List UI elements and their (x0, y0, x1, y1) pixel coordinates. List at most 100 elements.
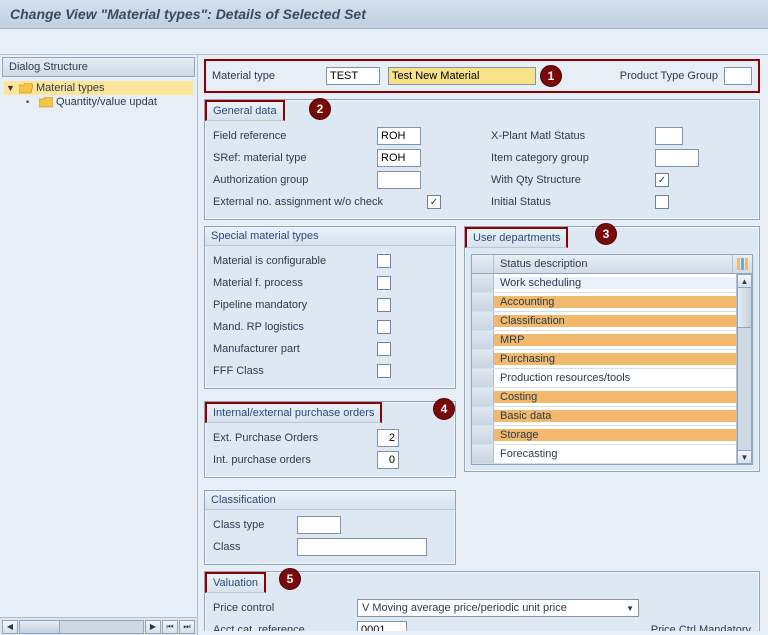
xplant-input[interactable] (655, 127, 683, 145)
tree-toggle-icon[interactable]: ▼ (6, 83, 16, 93)
row-selector[interactable] (472, 445, 494, 463)
special-checkbox[interactable] (377, 254, 391, 268)
scroll-left-button[interactable]: ◀ (2, 620, 18, 634)
user-departments-group: User departments 3 Status description (464, 226, 760, 472)
scroll-thumb[interactable] (20, 621, 60, 633)
configure-columns-icon[interactable] (732, 255, 752, 273)
table-row[interactable]: Forecasting (472, 445, 752, 464)
table-row[interactable]: Classification (472, 312, 752, 331)
classification-group: Classification Class type Class (204, 490, 456, 565)
product-type-group-input[interactable] (724, 67, 752, 85)
row-selector[interactable] (472, 331, 494, 349)
callout-2: 2 (309, 98, 331, 120)
row-selector[interactable] (472, 407, 494, 425)
general-data-group: General data 2 Field reference SRef: mat… (204, 99, 760, 220)
class-input[interactable] (297, 538, 427, 556)
ext-po-input[interactable] (377, 429, 399, 447)
chevron-down-icon: ▼ (626, 604, 634, 613)
general-data-title: General data (205, 100, 285, 121)
special-label: Material f. process (213, 277, 373, 289)
ext-po-label: Ext. Purchase Orders (213, 432, 373, 444)
tree-item-material-types[interactable]: ▼ Material types (4, 81, 193, 95)
sref-label: SRef: material type (213, 152, 373, 164)
row-selector[interactable] (472, 274, 494, 292)
column-header: Status description (494, 255, 732, 273)
scroll-track[interactable] (19, 620, 144, 634)
vertical-scrollbar[interactable]: ▲ ▼ (736, 274, 752, 464)
material-type-desc-input[interactable] (388, 67, 536, 85)
row-label: Costing (494, 391, 736, 403)
int-po-input[interactable] (377, 451, 399, 469)
special-checkbox[interactable] (377, 298, 391, 312)
row-label: Purchasing (494, 353, 736, 365)
scroll-down-button[interactable]: ▼ (737, 450, 752, 464)
special-checkbox[interactable] (377, 342, 391, 356)
purchase-orders-group: Internal/external purchase orders 4 Ext.… (204, 401, 456, 478)
row-label: Basic data (494, 410, 736, 422)
sref-input[interactable] (377, 149, 421, 167)
tree-item-quantity-value[interactable]: • Quantity/value updat (4, 95, 193, 109)
scroll-track[interactable] (737, 288, 752, 450)
special-material-types-group: Special material types Material is confi… (204, 226, 456, 389)
scroll-up-button[interactable]: ▲ (737, 274, 752, 288)
row-selector[interactable] (472, 426, 494, 444)
row-selector[interactable] (472, 293, 494, 311)
special-label: Pipeline mandatory (213, 299, 373, 311)
qty-checkbox[interactable]: ✓ (655, 173, 669, 187)
class-type-input[interactable] (297, 516, 341, 534)
price-control-select[interactable]: V Moving average price/periodic unit pri… (357, 599, 639, 617)
class-type-label: Class type (213, 519, 293, 531)
callout-3: 3 (595, 223, 617, 245)
row-label: Forecasting (494, 448, 736, 460)
scroll-right-button[interactable]: ▶ (145, 620, 161, 634)
ext-no-checkbox[interactable]: ✓ (427, 195, 441, 209)
itemcat-input[interactable] (655, 149, 699, 167)
special-checkbox[interactable] (377, 320, 391, 334)
row-label: Storage (494, 429, 736, 441)
scroll-last-button[interactable]: ⏭ (179, 620, 195, 634)
xplant-label: X-Plant Matl Status (491, 130, 651, 142)
tree-bullet-icon: • (26, 97, 36, 107)
tree-horizontal-scrollbar[interactable]: ◀ ▶ ⏮ ⏭ (0, 617, 197, 635)
special-checkbox[interactable] (377, 364, 391, 378)
special-checkbox[interactable] (377, 276, 391, 290)
table-row[interactable]: Storage (472, 426, 752, 445)
purchase-title: Internal/external purchase orders (205, 402, 382, 423)
user-dept-title: User departments (465, 227, 568, 248)
row-selector[interactable] (472, 369, 494, 387)
special-label: FFF Class (213, 365, 373, 377)
callout-4: 4 (433, 398, 455, 420)
qty-label: With Qty Structure (491, 174, 651, 186)
row-selector[interactable] (472, 388, 494, 406)
field-reference-input[interactable] (377, 127, 421, 145)
scroll-first-button[interactable]: ⏮ (162, 620, 178, 634)
select-all-handle[interactable] (472, 255, 494, 273)
auth-group-label: Authorization group (213, 174, 373, 186)
table-row[interactable]: Accounting (472, 293, 752, 312)
content-area: Material type 1 Product Type Group Gener… (198, 55, 768, 635)
material-type-header: Material type 1 Product Type Group (204, 59, 760, 93)
price-control-value: V Moving average price/periodic unit pri… (362, 602, 567, 614)
tree-item-label: Material types (36, 82, 104, 94)
material-type-code-input[interactable] (326, 67, 380, 85)
scroll-thumb[interactable] (738, 288, 751, 328)
table-row[interactable]: Production resources/tools (472, 369, 752, 388)
special-label: Manufacturer part (213, 343, 373, 355)
acct-ref-input[interactable] (357, 621, 407, 631)
row-selector[interactable] (472, 350, 494, 368)
table-row[interactable]: Costing (472, 388, 752, 407)
table-row[interactable]: Basic data (472, 407, 752, 426)
table-row[interactable]: Purchasing (472, 350, 752, 369)
special-title: Special material types (205, 227, 455, 246)
material-type-label: Material type (212, 70, 318, 82)
table-row[interactable]: Work scheduling (472, 274, 752, 293)
row-selector[interactable] (472, 312, 494, 330)
table-row[interactable]: MRP (472, 331, 752, 350)
init-label: Initial Status (491, 196, 651, 208)
folder-open-icon (19, 83, 33, 94)
special-label: Mand. RP logistics (213, 321, 373, 333)
init-checkbox[interactable] (655, 195, 669, 209)
special-label: Material is configurable (213, 255, 373, 267)
tree-item-label: Quantity/value updat (56, 96, 157, 108)
auth-group-input[interactable] (377, 171, 421, 189)
